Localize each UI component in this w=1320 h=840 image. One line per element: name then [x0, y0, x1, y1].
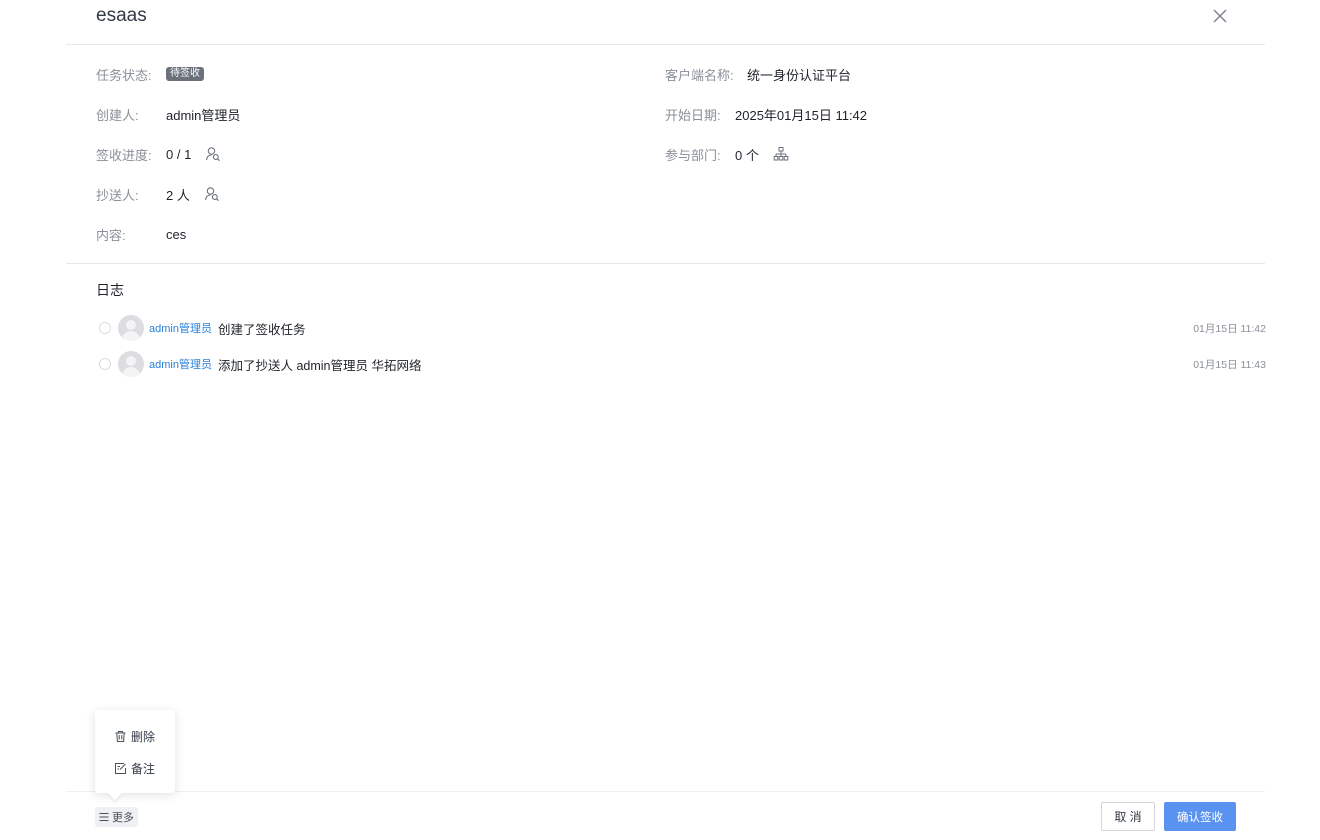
- creator-row: 创建人: admin管理员: [96, 104, 240, 124]
- note-edit-icon: [115, 762, 126, 774]
- cc-value: 2 人: [166, 187, 190, 203]
- cancel-button[interactable]: 取 消: [1101, 802, 1155, 831]
- log-action: 创建了签收任务: [217, 322, 306, 337]
- dept-value: 0 个: [735, 147, 759, 163]
- progress-label: 签收进度:: [96, 147, 152, 163]
- menu-icon: [99, 813, 109, 821]
- panel-footer: 更多 取 消 确认签收: [66, 791, 1265, 840]
- creator-value: admin管理员: [166, 107, 241, 123]
- more-label: 更多: [112, 812, 134, 824]
- org-chart-icon[interactable]: [773, 146, 789, 162]
- log-timestamp: 01月15日 11:43: [1193, 358, 1266, 371]
- start-date-row: 开始日期: 2025年01月15日 11:42: [665, 104, 867, 124]
- dept-row: 参与部门: 0 个: [665, 144, 789, 164]
- trash-icon: [115, 730, 126, 742]
- menu-item-delete-label: 删除: [131, 729, 156, 744]
- user-search-icon[interactable]: [204, 186, 220, 202]
- panel-header: esaas: [66, 0, 1265, 45]
- content-row: 内容: ces: [96, 224, 186, 244]
- menu-item-note-label: 备注: [131, 761, 156, 776]
- content-value: ces: [166, 226, 187, 242]
- timeline-dot: [99, 322, 111, 334]
- log-action: 添加了抄送人 admin管理员 华拓网络: [217, 358, 422, 373]
- timeline-dot: [99, 358, 111, 370]
- task-info-section: 任务状态: 待签收 客户端名称: 统一身份认证平台 创建人: admin管理员 …: [66, 45, 1265, 264]
- close-icon[interactable]: [1211, 7, 1229, 25]
- content-label: 内容:: [96, 227, 126, 243]
- more-menu-popup: 删除 备注: [95, 710, 175, 793]
- more-button[interactable]: 更多: [95, 807, 138, 827]
- status-row: 任务状态: 待签收: [96, 64, 204, 84]
- log-timestamp: 01月15日 11:42: [1193, 322, 1266, 335]
- log-item: admin管理员 创建了签收任务 01月15日 11:42: [96, 314, 1266, 342]
- start-date-label: 开始日期:: [665, 107, 721, 123]
- panel-title: esaas: [96, 5, 147, 26]
- log-item: admin管理员 添加了抄送人 admin管理员 华拓网络 01月15日 11:…: [96, 350, 1266, 378]
- confirm-sign-button[interactable]: 确认签收: [1164, 802, 1236, 831]
- start-date-value: 2025年01月15日 11:42: [735, 107, 868, 123]
- log-title: 日志: [96, 282, 124, 298]
- task-detail-panel: esaas 任务状态: 待签收 客户端名称: 统一身份认证平台 创建人: adm…: [66, 0, 1266, 840]
- menu-item-note[interactable]: 备注: [114, 758, 155, 778]
- client-value: 统一身份认证平台: [747, 67, 852, 83]
- cc-row: 抄送人: 2 人: [96, 184, 220, 204]
- status-label: 任务状态:: [96, 67, 152, 83]
- log-user-link[interactable]: admin管理员: [149, 356, 212, 372]
- menu-item-delete[interactable]: 删除: [114, 726, 155, 746]
- avatar: [118, 351, 144, 377]
- progress-value: 0 / 1: [166, 146, 192, 162]
- progress-row: 签收进度: 0 / 1: [96, 144, 221, 164]
- avatar: [118, 315, 144, 341]
- creator-label: 创建人:: [96, 107, 139, 123]
- status-badge: 待签收: [166, 67, 204, 81]
- dept-label: 参与部门:: [665, 147, 721, 163]
- client-label: 客户端名称:: [665, 67, 734, 83]
- log-user-link[interactable]: admin管理员: [149, 320, 212, 336]
- client-row: 客户端名称: 统一身份认证平台: [665, 64, 851, 84]
- user-search-icon[interactable]: [205, 146, 221, 162]
- cc-label: 抄送人:: [96, 187, 139, 203]
